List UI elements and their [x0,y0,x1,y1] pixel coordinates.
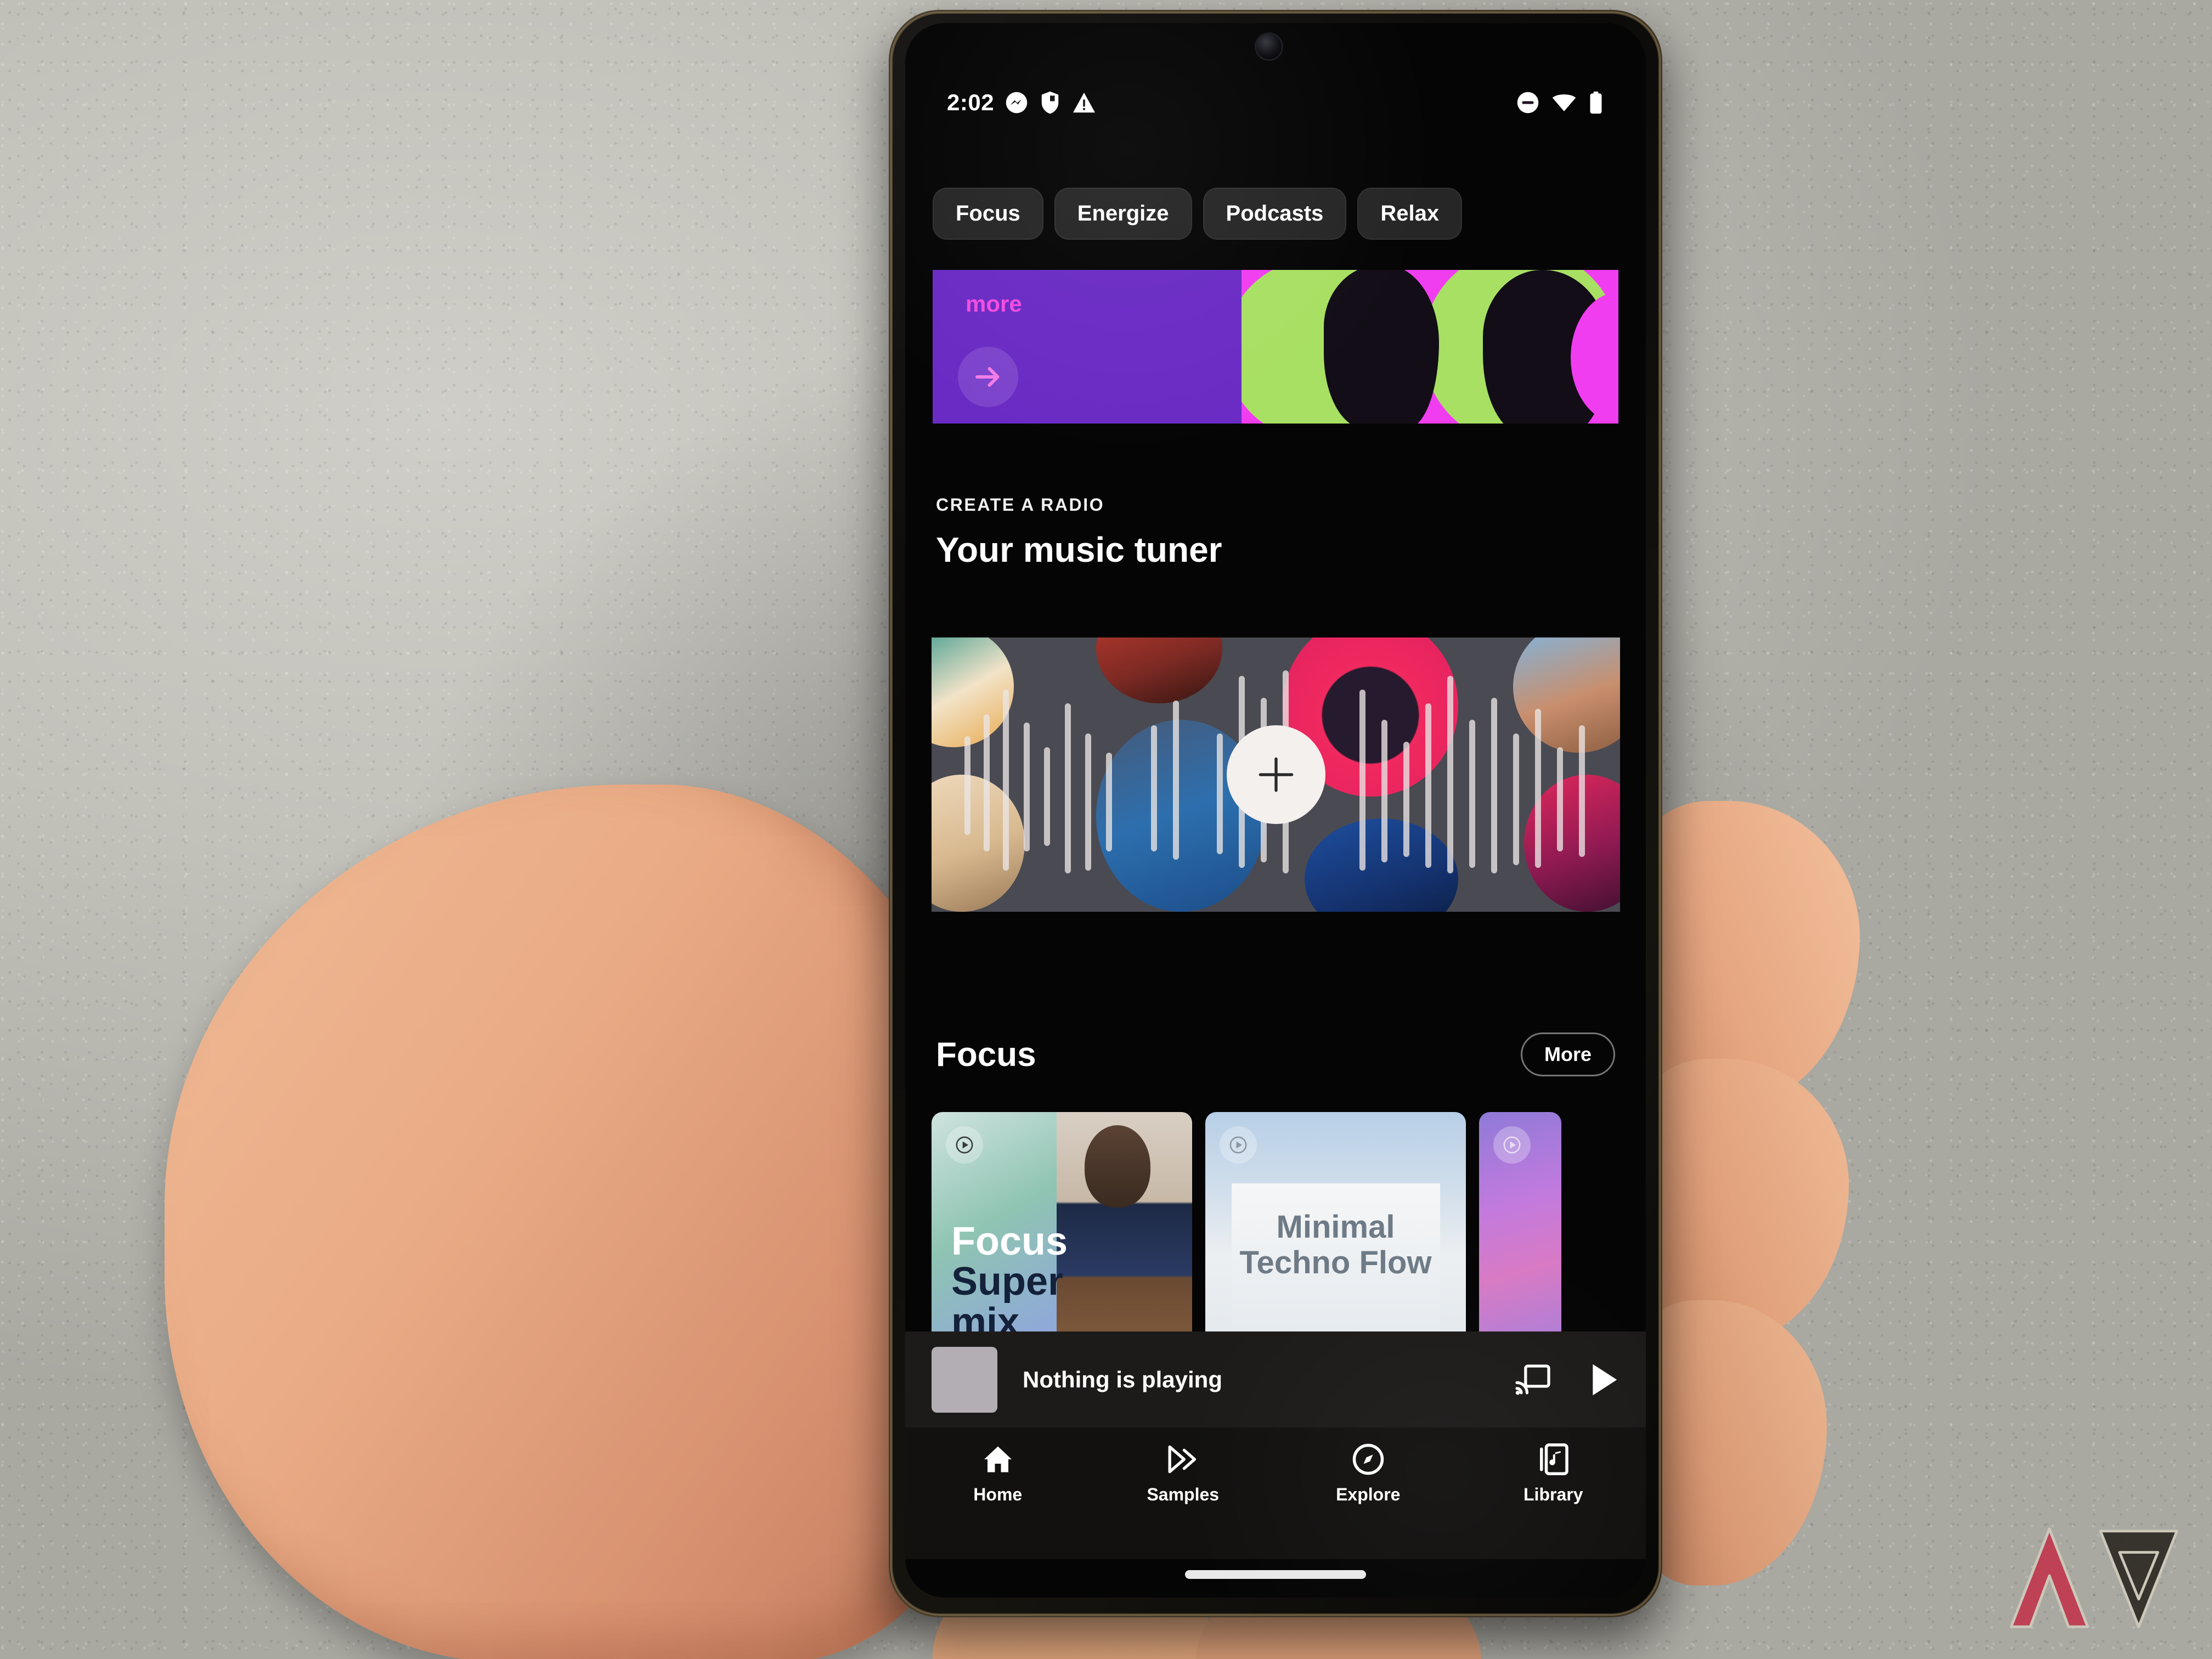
chip-relax[interactable]: Relax [1357,188,1463,240]
play-badge-icon[interactable] [1220,1126,1257,1164]
card-title-line1: Minimal [1276,1209,1395,1245]
focus-section-title: Focus [936,1035,1036,1074]
card-title: Focus Super mix [951,1220,1182,1342]
promo-banner[interactable]: more [933,270,1618,424]
music-tuner-card[interactable] [932,637,1620,912]
waveform-bar [1151,725,1157,851]
home-icon [984,1446,1012,1472]
plus-icon [1259,757,1293,792]
battery-icon [1590,91,1602,114]
library-icon [1540,1443,1568,1475]
waveform-bar [1085,733,1091,871]
play-triangle-icon [1503,1136,1521,1154]
waveform-bar [1173,701,1179,860]
promo-more-label: more [966,291,1022,317]
nav-label-explore: Explore [1336,1485,1401,1504]
tuner-artist-7 [1513,637,1620,753]
mini-player-artwork [932,1346,997,1413]
tuner-artist-1 [932,637,1014,747]
waveform-bar [1579,725,1585,857]
card-title-line2: Super [951,1260,1064,1304]
do-not-disturb-icon [1517,92,1539,114]
status-bar: 2:02 [905,83,1646,122]
waveform-bar [1217,733,1223,854]
waveform-bar [1003,690,1009,871]
waveform-bar [1469,720,1475,868]
promo-arrow-button[interactable] [958,347,1018,407]
waveform-bar [1425,703,1431,868]
nav-item-samples[interactable]: Samples [1091,1443,1276,1505]
music-tuner-add-button[interactable] [1226,725,1325,824]
arrow-right-icon [975,367,1000,387]
card-title-line2: Techno Flow [1239,1244,1432,1280]
chip-focus[interactable]: Focus [933,188,1043,240]
status-clock: 2:02 [947,89,995,115]
card-artist-face [1085,1125,1150,1207]
waveform-bar [1106,753,1112,851]
cast-icon[interactable] [1515,1364,1550,1396]
waveform-bar [1557,747,1563,851]
tuner-artist-3 [1096,637,1222,703]
wifi-icon [1552,94,1576,111]
artwork-silhouette-1 [1323,270,1439,424]
nav-label-library: Library [1523,1485,1583,1504]
compass-icon [1352,1443,1384,1475]
vpn-shield-icon [1041,91,1059,114]
androidpolice-logo [2010,1527,2179,1628]
promo-banner-artwork [1241,270,1618,424]
waveform-bar [1065,703,1071,873]
create-radio-section: CREATE A RADIO Your music tuner [905,495,1646,570]
mini-player-controls [1515,1363,1620,1397]
card-title: Minimal Techno Flow [1205,1209,1466,1281]
nav-item-library[interactable]: Library [1461,1443,1646,1505]
tuner-artist-2 [932,775,1025,912]
mini-player-status: Nothing is playing [1023,1366,1222,1392]
waveform-bar [1535,709,1541,868]
play-triangle-icon [1229,1136,1247,1154]
waveform-bar [1381,720,1387,862]
promo-banner-left-panel: more [933,270,1242,424]
focus-section-header: Focus More [905,1032,1646,1076]
waveform-bar [1447,676,1453,873]
nav-item-home[interactable]: Home [905,1443,1091,1505]
mini-player-bar[interactable]: Nothing is playing [905,1331,1646,1427]
gesture-home-indicator[interactable] [1185,1570,1366,1579]
play-badge-icon[interactable] [1493,1126,1531,1164]
play-badge-icon[interactable] [946,1126,983,1164]
nav-label-samples: Samples [1147,1485,1220,1504]
category-chip-row[interactable]: Focus Energize Podcasts Relax [905,188,1646,240]
waveform-bar [984,714,990,851]
waveform-bar [964,736,970,835]
play-icon[interactable] [1589,1363,1620,1397]
phone-screen: 2:02 Focus Energize Podcasts Relax more … [905,23,1646,1598]
waveform-bar [1044,747,1050,846]
bottom-navigation-bar[interactable]: Home Samples Explore Library [905,1427,1646,1559]
nav-item-explore[interactable]: Explore [1276,1443,1461,1505]
chip-podcasts[interactable]: Podcasts [1203,188,1347,240]
card-title-line1: Focus [951,1220,1068,1263]
waveform-bar [1403,742,1409,857]
waveform-bar [1513,733,1519,865]
create-radio-title: Your music tuner [936,530,1222,569]
waveform-bar [1359,690,1365,871]
warning-triangle-icon [1073,92,1096,113]
waveform-bar [1024,723,1030,851]
chip-energize[interactable]: Energize [1054,188,1192,240]
create-radio-overline: CREATE A RADIO [936,495,1105,515]
waveform-bar [1491,698,1497,873]
messenger-icon [1006,92,1028,114]
status-bar-left: 2:02 [947,89,1096,116]
play-triangle-icon [956,1136,973,1154]
samples-chevron-icon [1168,1445,1197,1474]
focus-more-button[interactable]: More [1520,1032,1615,1076]
front-camera [1256,34,1282,59]
status-bar-right [1516,91,1603,114]
nav-label-home: Home [973,1485,1023,1504]
